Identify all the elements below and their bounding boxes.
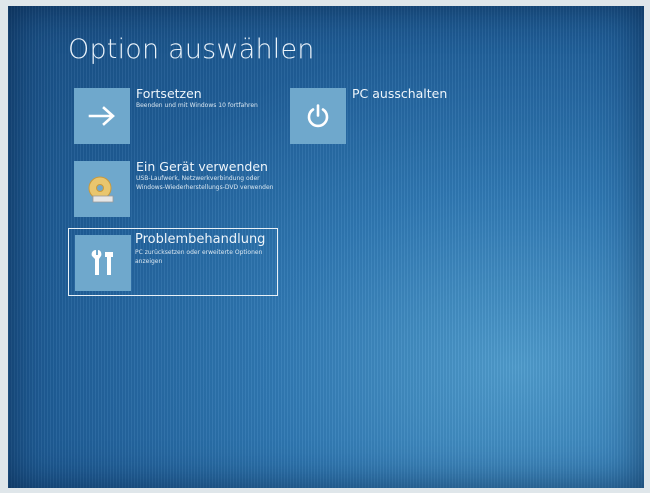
page-title: Option auswählen bbox=[68, 34, 315, 65]
continue-tile bbox=[74, 88, 130, 144]
option-description: Beenden und mit Windows 10 fortfahren bbox=[136, 102, 258, 109]
troubleshoot-tile bbox=[75, 235, 131, 291]
option-troubleshoot[interactable]: Problembehandlung PC zurücksetzen oder e… bbox=[68, 228, 278, 296]
use-device-tile bbox=[74, 161, 130, 217]
arrow-right-icon bbox=[88, 106, 115, 126]
shutdown-tile bbox=[290, 88, 346, 144]
tools-icon bbox=[91, 250, 113, 275]
option-use-device[interactable]: Ein Gerät verwenden USB-Laufwerk, Netzwe… bbox=[74, 159, 274, 225]
disc-device-icon bbox=[88, 176, 114, 203]
option-label: PC ausschalten bbox=[352, 86, 448, 101]
power-icon bbox=[307, 104, 329, 128]
option-continue[interactable]: Fortsetzen Beenden und mit Windows 10 fo… bbox=[74, 86, 274, 148]
option-label: Fortsetzen bbox=[136, 86, 202, 101]
option-description: USB-Laufwerk, Netzwerkverbindung oder Wi… bbox=[136, 175, 274, 191]
option-shutdown[interactable]: PC ausschalten bbox=[290, 86, 490, 148]
option-description: PC zurücksetzen oder erweiterte Optionen… bbox=[135, 249, 263, 265]
option-label: Problembehandlung bbox=[135, 232, 266, 247]
option-label: Ein Gerät verwenden bbox=[136, 159, 268, 174]
recovery-screen: Option auswählen Fortsetzen Beenden und … bbox=[8, 6, 644, 488]
